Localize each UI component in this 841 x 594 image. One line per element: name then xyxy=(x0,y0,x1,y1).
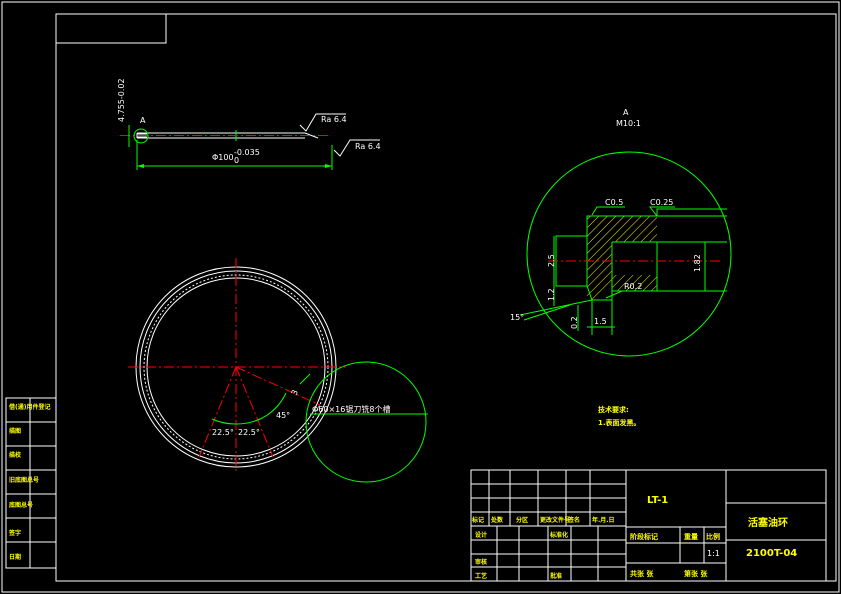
side-label-4: 底图总号 xyxy=(9,501,33,509)
side-label-6: 日期 xyxy=(9,553,21,561)
rev-4: 签名 xyxy=(567,516,580,524)
side-label-3: 旧底图总号 xyxy=(9,476,39,484)
detail-view: A M10:1 2.5 1.82 1.2 0.2 1.5 C0.5 C0.25 … xyxy=(510,108,732,357)
weight-label: 重量 xyxy=(684,532,698,541)
rev-1: 处数 xyxy=(490,516,504,524)
diameter-dim: Φ100 xyxy=(212,153,234,162)
diameter-tol-lower: 0 xyxy=(234,156,239,165)
notes-heading: 技术要求: xyxy=(598,405,629,414)
rev-2: 分区 xyxy=(516,516,528,524)
plan-view: 22.5° 22.5° 45° 3 Φ60×16锯刀铣8个槽 xyxy=(128,258,428,483)
roughness-2: Ra 6.4 xyxy=(355,142,381,151)
angle-15: 15° xyxy=(510,313,524,322)
angle-45: 45° xyxy=(276,411,290,420)
roughness-1: Ra 6.4 xyxy=(321,115,347,124)
detail-label: A xyxy=(623,108,629,117)
angle-b: 22.5° xyxy=(238,428,260,437)
profile-marker: A xyxy=(140,116,146,125)
angle-a: 22.5° xyxy=(212,428,234,437)
side-strip: 借(通)用件登记 描图 描校 旧底图总号 底图总号 签字 日期 xyxy=(5,397,57,569)
dim-12: 1.2 xyxy=(547,288,556,301)
rev-3: 更改文件号 xyxy=(540,516,570,524)
dim-02: 0.2 xyxy=(570,316,579,329)
standardize-label: 标准化 xyxy=(549,531,568,539)
part-code: 2100T-04 xyxy=(746,548,797,559)
process-label: 工艺 xyxy=(475,572,487,580)
side-label-5: 签字 xyxy=(8,529,21,537)
drawing-canvas: 借(通)用件登记 描图 描校 旧底图总号 底图总号 签字 日期 A 4.755-… xyxy=(1,1,840,593)
profile-view: A 4.755-0.02 Φ100 -0.035 0 Ra 6.4 Ra 6.4 xyxy=(117,78,381,170)
dim-25: 2.5 xyxy=(547,254,556,267)
marks-label: 阶段标记 xyxy=(630,532,658,541)
drawing-no: LT-1 xyxy=(647,495,668,506)
sheet-no: 第张 张 xyxy=(684,569,708,578)
inner-frame xyxy=(55,13,837,582)
approve-label: 批准 xyxy=(550,572,562,580)
radius-label: R0.2 xyxy=(624,282,642,291)
side-label-0: 借(通)用件登记 xyxy=(8,403,51,411)
detail-scale: M10:1 xyxy=(616,119,641,128)
thickness-dim: 4.755-0.02 xyxy=(117,78,126,122)
corner-code-box xyxy=(55,13,167,44)
cutter-note: Φ60×16锯刀铣8个槽 xyxy=(312,404,390,414)
outer-frame xyxy=(1,1,840,593)
chamfer-1: C0.5 xyxy=(605,198,623,207)
review-label: 审核 xyxy=(475,558,487,566)
title-block: 标记 处数 分区 更改文件号 签名 年.月.日 设计 标准化 审核 工艺 批准 … xyxy=(470,469,827,582)
dim-182: 1.82 xyxy=(693,254,702,272)
rev-5: 年.月.日 xyxy=(592,516,615,524)
chamfer-2: C0.25 xyxy=(650,198,673,207)
side-label-2: 描校 xyxy=(9,451,22,459)
notes-item-1: 1.表面发黑。 xyxy=(598,418,641,427)
rev-0: 标记 xyxy=(471,516,484,524)
dim-15: 1.5 xyxy=(594,317,607,326)
scale-value: 1:1 xyxy=(707,549,720,558)
side-label-1: 描图 xyxy=(9,427,21,435)
design-label: 设计 xyxy=(475,531,487,539)
sheets-total: 共张 张 xyxy=(630,569,654,578)
part-name: 活塞油环 xyxy=(748,516,788,529)
scale-label: 比例 xyxy=(706,532,720,541)
